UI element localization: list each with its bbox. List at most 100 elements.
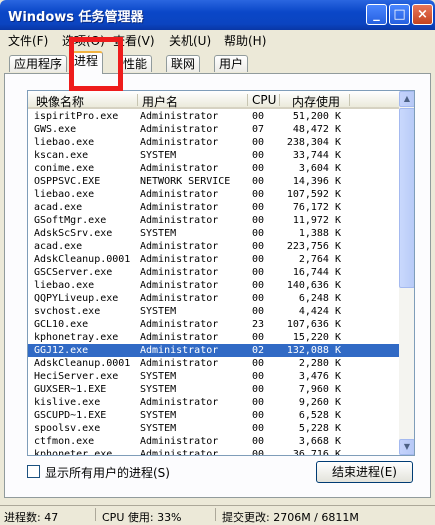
tab-networking[interactable]: 联网 [166, 55, 201, 72]
process-row[interactable]: GSCServer.exe Administrator 00 16,744 K [28, 266, 399, 279]
process-cpu: 00 [252, 176, 265, 187]
show-all-users-label: 显示所有用户的进程(S) [45, 466, 170, 480]
list-header: 映像名称 用户名 CPU 内存使用 [28, 91, 399, 109]
process-user: Administrator [140, 345, 219, 356]
col-user-name[interactable]: 用户名 [142, 93, 178, 110]
process-user: Administrator [140, 319, 219, 330]
process-row[interactable]: spoolsv.exe SYSTEM 00 5,228 K [28, 422, 399, 435]
process-row[interactable]: kscan.exe SYSTEM 00 33,744 K [28, 149, 399, 162]
process-user: Administrator [140, 280, 219, 291]
process-name: OSPPSVC.EXE [34, 176, 101, 187]
status-cpu-usage: CPU 使用: 33% [102, 511, 182, 524]
window-title: Windows 任务管理器 [8, 10, 144, 25]
process-row[interactable]: GCL10.exe Administrator 23 107,636 K [28, 318, 399, 331]
process-cpu: 00 [252, 150, 265, 161]
process-row[interactable]: GWS.exe Administrator 07 48,472 K [28, 123, 399, 136]
close-icon[interactable]: × [412, 4, 433, 25]
process-mem: 16,744 K [292, 267, 341, 278]
process-name: kphonetray.exe [34, 332, 119, 343]
maximize-icon[interactable]: □ [389, 4, 410, 25]
process-row[interactable]: QQPYLiveup.exe Administrator 00 6,248 K [28, 292, 399, 305]
scroll-thumb[interactable] [399, 108, 414, 288]
tab-users[interactable]: 用户 [214, 55, 249, 72]
process-user: Administrator [140, 137, 219, 148]
menu-shutdown[interactable]: 关机(U) [169, 32, 211, 49]
process-user: Administrator [140, 215, 219, 226]
process-cpu: 00 [252, 280, 265, 291]
process-rows: ispiritPro.exe Administrator 00 51,200 K GWS… [28, 110, 399, 456]
process-row[interactable]: kphonetray.exe Administrator 00 15,220 K [28, 331, 399, 344]
process-cpu: 23 [252, 319, 265, 330]
process-row[interactable]: AdskCleanup.0001 Administrator 00 2,280 K [28, 357, 399, 370]
process-cpu: 00 [252, 111, 265, 122]
process-mem: 140,636 K [286, 280, 341, 291]
process-name: AdskCleanup.0001 [34, 358, 131, 369]
tab-strip: 应用程序 进程 性能 联网 用户 [0, 48, 435, 74]
process-user: SYSTEM [140, 371, 177, 382]
process-name: QQPYLiveup.exe [34, 293, 119, 304]
end-process-button[interactable]: 结束进程(E) [316, 461, 413, 483]
process-mem: 11,972 K [292, 215, 341, 226]
process-cpu: 00 [252, 228, 265, 239]
process-row[interactable]: GSoftMgr.exe Administrator 00 11,972 K [28, 214, 399, 227]
process-cpu: 00 [252, 397, 265, 408]
process-row[interactable]: acad.exe Administrator 00 223,756 K [28, 240, 399, 253]
process-user: Administrator [140, 267, 219, 278]
process-row[interactable]: kislive.exe Administrator 00 9,260 K [28, 396, 399, 409]
process-row[interactable]: OSPPSVC.EXE NETWORK SERVICE 00 14,396 K [28, 175, 399, 188]
process-row[interactable]: ctfmon.exe Administrator 00 3,668 K [28, 435, 399, 448]
process-mem: 51,200 K [292, 111, 341, 122]
process-row[interactable]: AdskCleanup.0001 Administrator 00 2,764 K [28, 253, 399, 266]
process-mem: 223,756 K [286, 241, 341, 252]
process-row[interactable]: ispiritPro.exe Administrator 00 51,200 K [28, 110, 399, 123]
process-mem: 238,304 K [286, 137, 341, 148]
process-row[interactable]: GSCUPD~1.EXE SYSTEM 00 6,528 K [28, 409, 399, 422]
col-cpu[interactable]: CPU [252, 93, 276, 107]
process-name: GSCUPD~1.EXE [34, 410, 107, 421]
process-user: SYSTEM [140, 410, 177, 421]
menu-help[interactable]: 帮助(H) [224, 32, 266, 49]
process-name: ctfmon.exe [34, 436, 95, 447]
process-list[interactable]: 映像名称 用户名 CPU 内存使用 ispiritPro.exe Administ… [27, 90, 415, 456]
process-mem: 2,280 K [298, 358, 341, 369]
process-cpu: 00 [252, 358, 265, 369]
process-row[interactable]: GGJ12.exe Administrator 02 132,088 K [28, 344, 399, 357]
col-mem-usage[interactable]: 内存使用 [292, 93, 340, 110]
process-row[interactable]: svchost.exe SYSTEM 00 4,424 K [28, 305, 399, 318]
tab-performance[interactable]: 性能 [118, 55, 153, 72]
process-row[interactable]: conime.exe Administrator 00 3,604 K [28, 162, 399, 175]
menu-file[interactable]: 文件(F) [8, 32, 48, 49]
process-user: Administrator [140, 241, 219, 252]
status-process-count: 进程数: 47 [4, 511, 59, 524]
process-mem: 3,604 K [298, 163, 341, 174]
process-mem: 132,088 K [286, 345, 341, 356]
process-row[interactable]: liebao.exe Administrator 00 238,304 K [28, 136, 399, 149]
col-image-name[interactable]: 映像名称 [36, 93, 84, 110]
process-row[interactable]: kphoneter.exe Administrator 00 36,716 K [28, 448, 399, 456]
process-mem: 33,744 K [292, 150, 341, 161]
title-bar[interactable]: Windows 任务管理器 _ □ × [0, 0, 435, 30]
scroll-up-icon[interactable]: ▲ [399, 91, 414, 107]
process-name: kislive.exe [34, 397, 101, 408]
process-row[interactable]: HeciServer.exe SYSTEM 00 3,476 K [28, 370, 399, 383]
process-cpu: 00 [252, 306, 265, 317]
process-row[interactable]: liebao.exe Administrator 00 107,592 K [28, 188, 399, 201]
process-row[interactable]: liebao.exe Administrator 00 140,636 K [28, 279, 399, 292]
minimize-icon[interactable]: _ [366, 4, 387, 25]
status-bar: 进程数: 47 CPU 使用: 33% 提交更改: 2706M / 6811M [0, 505, 435, 524]
vertical-scrollbar[interactable]: ▲ ▼ [399, 91, 414, 455]
show-all-users-checkbox[interactable] [27, 465, 40, 478]
process-cpu: 00 [252, 202, 265, 213]
process-name: liebao.exe [34, 189, 95, 200]
process-row[interactable]: acad.exe Administrator 00 76,172 K [28, 201, 399, 214]
process-row[interactable]: GUXSER~1.EXE SYSTEM 00 7,960 K [28, 383, 399, 396]
process-mem: 5,228 K [298, 423, 341, 434]
process-user: Administrator [140, 449, 219, 456]
process-user: Administrator [140, 293, 219, 304]
process-name: acad.exe [34, 202, 83, 213]
process-name: svchost.exe [34, 306, 101, 317]
process-row[interactable]: AdskScSrv.exe SYSTEM 00 1,388 K [28, 227, 399, 240]
process-name: liebao.exe [34, 280, 95, 291]
tab-applications[interactable]: 应用程序 [9, 55, 68, 72]
scroll-down-icon[interactable]: ▼ [399, 439, 414, 455]
